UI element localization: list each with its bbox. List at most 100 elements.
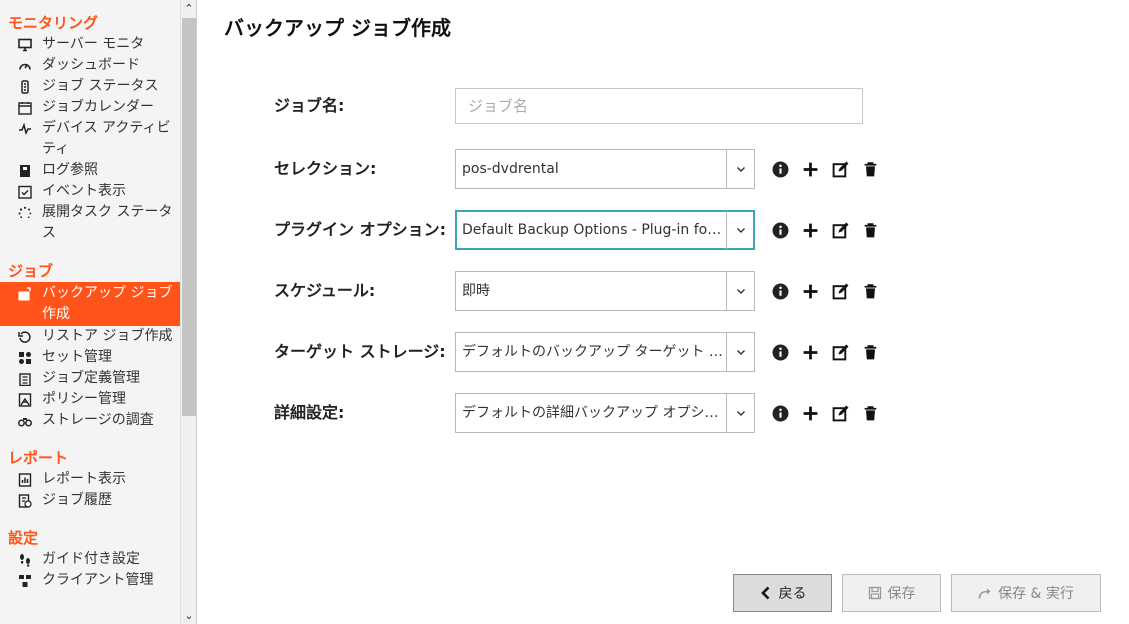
selection-select[interactable]: pos-dvdrental xyxy=(455,149,755,189)
sidebar-item-label: レポート表示 xyxy=(42,471,126,487)
sidebar-item-create-restore-job[interactable]: リストア ジョブ作成 xyxy=(0,326,180,347)
delete-icon[interactable] xyxy=(855,279,885,303)
sidebar-item-label: ジョブ ステータス xyxy=(42,78,159,94)
job-name-input[interactable] xyxy=(455,88,863,124)
event-check-icon xyxy=(18,181,36,202)
sidebar-item-log-view[interactable]: ログ参照 xyxy=(0,160,180,181)
target-storage-select[interactable]: デフォルトのバックアップ ターゲット … xyxy=(455,332,755,372)
sidebar-item-label: 展開タスク ステータス xyxy=(42,204,173,241)
chevron-down-icon[interactable] xyxy=(726,272,754,310)
sidebar-item-policy[interactable]: ポリシー管理 xyxy=(0,389,180,410)
selection-label: セレクション: xyxy=(274,159,377,178)
sidebar-item-label: ログ参照 xyxy=(42,162,98,178)
schedule-value: 即時 xyxy=(462,283,490,299)
save-button[interactable]: 保存 xyxy=(842,574,941,612)
sidebar-item-event-view[interactable]: イベント表示 xyxy=(0,181,180,202)
form-row-selection: セレクション: pos-dvdrental xyxy=(274,149,894,189)
schedule-select[interactable]: 即時 xyxy=(455,271,755,311)
spinner-icon xyxy=(18,202,36,223)
add-icon[interactable] xyxy=(795,340,825,364)
form-row-schedule: スケジュール: 即時 xyxy=(274,271,894,311)
info-icon[interactable] xyxy=(765,218,795,242)
add-icon[interactable] xyxy=(795,401,825,425)
chevron-down-icon[interactable] xyxy=(726,211,754,249)
sidebar-item-job-status[interactable]: ジョブ ステータス xyxy=(0,76,180,97)
sidebar-item-label: ポリシー管理 xyxy=(42,391,126,407)
sidebar-item-create-backup-job[interactable]: バックアップ ジョブ作成 xyxy=(0,282,180,326)
sidebar-item-label: リストア ジョブ作成 xyxy=(42,328,173,344)
sets-icon xyxy=(18,347,36,368)
page-title: バックアップ ジョブ作成 xyxy=(224,16,451,40)
sidebar-item-set-management[interactable]: セット管理 xyxy=(0,347,180,368)
edit-icon[interactable] xyxy=(825,157,855,181)
delete-icon[interactable] xyxy=(855,340,885,364)
sidebar-item-label: ジョブカレンダー xyxy=(42,99,154,115)
edit-icon[interactable] xyxy=(825,401,855,425)
edit-icon[interactable] xyxy=(825,218,855,242)
chevron-down-icon[interactable] xyxy=(726,394,754,432)
info-icon[interactable] xyxy=(765,279,795,303)
form-row-advanced: 詳細設定: デフォルトの詳細バックアップ オプシ… xyxy=(274,393,894,433)
sidebar-item-job-calendar[interactable]: ジョブカレンダー xyxy=(0,97,180,118)
clipboard-icon xyxy=(18,368,36,389)
binoculars-icon xyxy=(18,410,36,431)
form-row-target-storage: ターゲット ストレージ: デフォルトのバックアップ ターゲット … xyxy=(274,332,894,372)
sidebar-item-label: バックアップ ジョブ作成 xyxy=(42,285,173,322)
sidebar-item-label: ガイド付き設定 xyxy=(42,551,140,567)
info-icon[interactable] xyxy=(765,157,795,181)
policy-icon xyxy=(18,389,36,410)
activity-icon xyxy=(18,118,36,139)
sidebar-item-label: ストレージの調査 xyxy=(42,412,154,428)
add-icon[interactable] xyxy=(795,218,825,242)
history-icon xyxy=(18,490,36,511)
sidebar-item-deploy-task-status[interactable]: 展開タスク ステータス xyxy=(0,202,180,244)
sidebar-item-guided-setup[interactable]: ガイド付き設定 xyxy=(0,549,180,570)
sidebar-item-report-view[interactable]: レポート表示 xyxy=(0,469,180,490)
sidebar-item-storage-explore[interactable]: ストレージの調査 xyxy=(0,410,180,431)
traffic-light-icon xyxy=(18,76,36,97)
edit-icon[interactable] xyxy=(825,340,855,364)
sidebar-item-label: サーバー モニタ xyxy=(42,36,145,52)
chevron-down-icon[interactable] xyxy=(726,333,754,371)
sidebar-scrollbar[interactable]: ⌃ ⌄ xyxy=(180,0,197,624)
advanced-select[interactable]: デフォルトの詳細バックアップ オプシ… xyxy=(455,393,755,433)
sidebar-item-label: クライアント管理 xyxy=(42,572,154,588)
sidebar-item-dashboard[interactable]: ダッシュボード xyxy=(0,55,180,76)
section-heading-jobs: ジョブ xyxy=(8,262,54,280)
edit-icon[interactable] xyxy=(825,279,855,303)
footsteps-icon xyxy=(18,549,36,570)
info-icon[interactable] xyxy=(765,340,795,364)
plugin-options-select[interactable]: Default Backup Options - Plug-in for… xyxy=(455,210,755,250)
clients-icon xyxy=(18,570,36,591)
form-row-plugin-options: プラグイン オプション: Default Backup Options - Pl… xyxy=(274,210,894,250)
selection-value: pos-dvdrental xyxy=(462,161,559,177)
scrollbar-thumb[interactable] xyxy=(182,18,196,416)
plugin-options-value: Default Backup Options - Plug-in for… xyxy=(462,222,726,238)
sidebar-item-label: ジョブ定義管理 xyxy=(42,370,140,386)
job-name-label: ジョブ名: xyxy=(274,96,345,115)
log-book-icon xyxy=(18,160,36,181)
target-storage-actions xyxy=(765,340,885,364)
sidebar-item-server-monitor[interactable]: サーバー モニタ xyxy=(0,34,180,55)
sidebar-item-label: デバイス アクティビティ xyxy=(42,120,171,157)
add-icon[interactable] xyxy=(795,157,825,181)
target-storage-value: デフォルトのバックアップ ターゲット … xyxy=(462,344,723,360)
chevron-down-icon[interactable] xyxy=(726,150,754,188)
delete-icon[interactable] xyxy=(855,401,885,425)
back-button[interactable]: 戻る xyxy=(733,574,832,612)
info-icon[interactable] xyxy=(765,401,795,425)
sidebar-item-job-definition[interactable]: ジョブ定義管理 xyxy=(0,368,180,389)
section-heading-settings: 設定 xyxy=(8,529,39,547)
scroll-down-arrow[interactable]: ⌄ xyxy=(181,607,197,624)
add-icon[interactable] xyxy=(795,279,825,303)
scroll-up-arrow[interactable]: ⌃ xyxy=(181,0,197,17)
section-heading-reports: レポート xyxy=(8,449,69,467)
sidebar-item-device-activity[interactable]: デバイス アクティビティ xyxy=(0,118,180,160)
sidebar-item-label: イベント表示 xyxy=(42,183,126,199)
delete-icon[interactable] xyxy=(855,157,885,181)
save-and-run-button[interactable]: 保存 & 実行 xyxy=(951,574,1101,612)
sidebar-item-label: ジョブ履歴 xyxy=(42,492,112,508)
sidebar-item-client-management[interactable]: クライアント管理 xyxy=(0,570,180,591)
delete-icon[interactable] xyxy=(855,218,885,242)
sidebar-item-job-history[interactable]: ジョブ履歴 xyxy=(0,490,180,511)
